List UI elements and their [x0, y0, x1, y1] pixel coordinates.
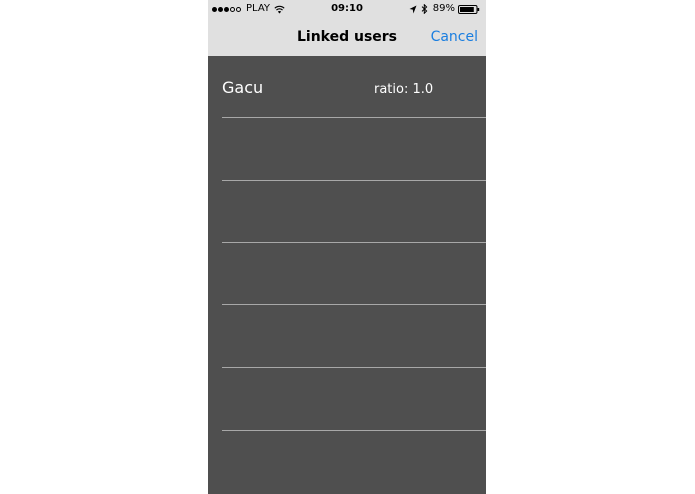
list-item[interactable] — [222, 243, 486, 305]
battery-icon — [458, 4, 480, 14]
status-right-group: 89% — [409, 3, 480, 15]
list-item[interactable] — [222, 306, 486, 368]
phone-screen: PLAY 09:10 89% Linked users Cancel Gacu … — [208, 0, 486, 494]
list-item[interactable] — [222, 181, 486, 243]
list-item[interactable] — [222, 369, 486, 431]
status-bar: PLAY 09:10 89% — [208, 0, 486, 18]
navigation-bar: Linked users Cancel — [208, 18, 486, 56]
list-item[interactable]: Gacu ratio: 1.0 — [222, 56, 486, 118]
bluetooth-icon — [421, 4, 428, 14]
location-arrow-icon — [409, 5, 417, 13]
cancel-button[interactable]: Cancel — [431, 29, 478, 45]
battery-fill — [460, 6, 474, 12]
list-item[interactable] — [222, 119, 486, 181]
linked-users-list: Gacu ratio: 1.0 — [208, 56, 486, 494]
user-ratio: ratio: 1.0 — [374, 82, 434, 97]
user-name: Gacu — [222, 78, 264, 97]
battery-percent: 89% — [432, 3, 455, 14]
